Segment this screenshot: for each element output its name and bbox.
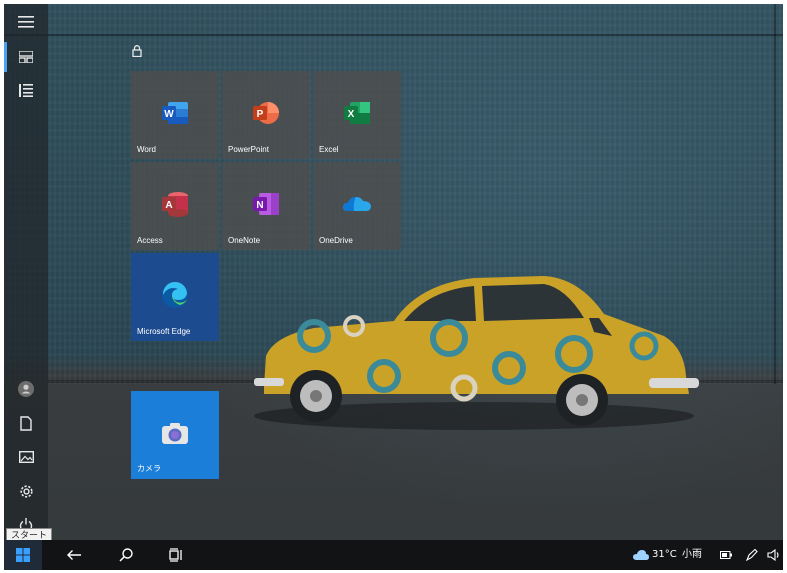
task-view-icon [169, 548, 182, 562]
tile-label: Word [137, 145, 156, 154]
svg-text:W: W [164, 109, 174, 120]
onenote-icon: N [253, 193, 279, 215]
search-icon [119, 548, 133, 562]
excel-icon: X [344, 102, 370, 124]
back-button[interactable] [58, 540, 90, 570]
document-icon[interactable] [4, 408, 48, 438]
user-icon[interactable] [4, 374, 48, 404]
tile-powerpoint[interactable]: P PowerPoint [222, 71, 310, 159]
search-button[interactable] [110, 540, 142, 570]
tile-microsoft-edge[interactable]: Microsoft Edge [131, 253, 219, 341]
tile-label: OneDrive [319, 236, 353, 245]
tile-label: Excel [319, 145, 339, 154]
svg-text:N: N [256, 200, 263, 211]
start-menu-rail [4, 4, 48, 540]
tile-label: OneNote [228, 236, 261, 245]
tile-label: Access [137, 236, 163, 245]
svg-text:X: X [348, 109, 355, 120]
tile-onenote[interactable]: N OneNote [222, 162, 310, 250]
tile-word[interactable]: W Word [131, 71, 219, 159]
wall-crack [774, 4, 776, 384]
tiles-icon[interactable] [4, 42, 48, 72]
weather-icon[interactable] [632, 540, 650, 570]
tile-camera[interactable]: カメラ [131, 391, 219, 479]
list-icon[interactable] [4, 75, 48, 105]
svg-text:P: P [257, 109, 264, 120]
lock-icon [132, 42, 142, 61]
pen-icon[interactable] [744, 540, 760, 570]
tile-access[interactable]: A Access [131, 162, 219, 250]
wall-crack [4, 34, 783, 36]
tile-onedrive[interactable]: OneDrive [313, 162, 401, 250]
task-view-button[interactable] [160, 540, 192, 570]
tile-label: Microsoft Edge [137, 327, 191, 336]
onedrive-icon [343, 197, 371, 211]
powerpoint-icon: P [253, 102, 279, 124]
battery-icon[interactable] [718, 540, 734, 570]
word-icon: W [162, 102, 188, 124]
pictures-icon[interactable] [4, 442, 48, 472]
taskbar: 31°C 小雨 [4, 540, 783, 570]
tile-label: PowerPoint [228, 145, 269, 154]
camera-icon [162, 423, 188, 444]
tile-excel[interactable]: X Excel [313, 71, 401, 159]
settings-icon[interactable] [4, 476, 48, 506]
tile-label: カメラ [137, 464, 161, 473]
start-icon [16, 548, 30, 562]
hamburger-icon[interactable] [4, 7, 48, 37]
volume-icon[interactable] [766, 540, 782, 570]
car-wallpaper-image [254, 276, 699, 430]
weather-condition[interactable]: 小雨 [682, 540, 702, 570]
access-icon: A [162, 192, 188, 217]
desktop: スタート W Word P PowerPoint X Excel A Acces… [4, 4, 783, 570]
back-icon [67, 550, 81, 560]
svg-text:A: A [165, 200, 172, 211]
start-button[interactable] [4, 540, 42, 570]
edge-icon [162, 281, 188, 308]
weather-temperature[interactable]: 31°C [652, 540, 677, 570]
